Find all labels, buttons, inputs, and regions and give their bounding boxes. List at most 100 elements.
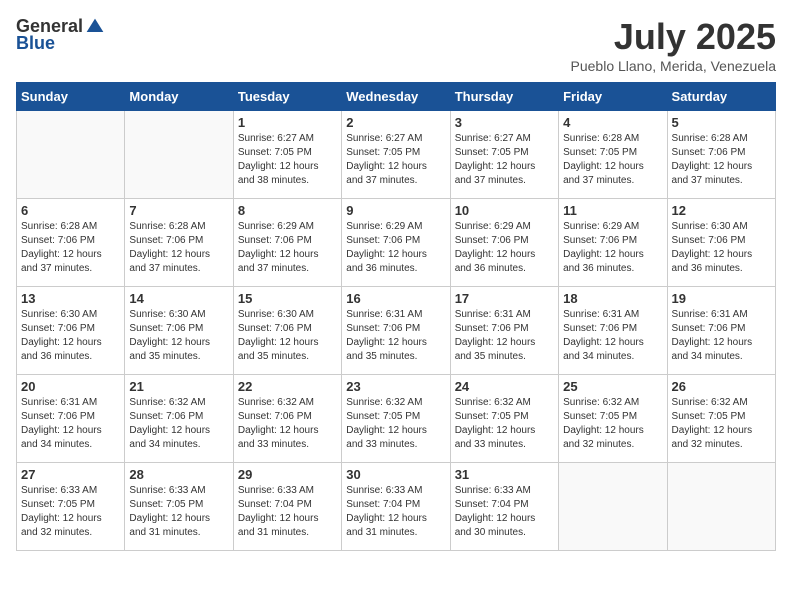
- calendar-header-tuesday: Tuesday: [233, 83, 341, 111]
- calendar-cell: [17, 111, 125, 199]
- day-info: Sunrise: 6:27 AM Sunset: 7:05 PM Dayligh…: [346, 132, 445, 188]
- day-info: Sunrise: 6:33 AM Sunset: 7:05 PM Dayligh…: [21, 484, 120, 540]
- calendar-cell: 19 Sunrise: 6:31 AM Sunset: 7:06 PM Dayli…: [667, 287, 775, 375]
- day-info: Sunrise: 6:31 AM Sunset: 7:06 PM Dayligh…: [21, 396, 120, 452]
- title-section: July 2025 Pueblo Llano, Merida, Venezuel…: [571, 16, 776, 74]
- calendar-cell: 7 Sunrise: 6:28 AM Sunset: 7:06 PM Daylig…: [125, 199, 233, 287]
- day-info: Sunrise: 6:31 AM Sunset: 7:06 PM Dayligh…: [672, 308, 771, 364]
- day-info: Sunrise: 6:29 AM Sunset: 7:06 PM Dayligh…: [455, 220, 554, 276]
- day-number: 23: [346, 379, 445, 394]
- day-info: Sunrise: 6:32 AM Sunset: 7:05 PM Dayligh…: [455, 396, 554, 452]
- day-number: 31: [455, 467, 554, 482]
- day-number: 15: [238, 291, 337, 306]
- day-info: Sunrise: 6:32 AM Sunset: 7:05 PM Dayligh…: [346, 396, 445, 452]
- calendar-cell: 3 Sunrise: 6:27 AM Sunset: 7:05 PM Daylig…: [450, 111, 558, 199]
- calendar-cell: 28Sunrise: 6:33 AM Sunset: 7:05 PM Dayli…: [125, 463, 233, 551]
- logo-icon: [85, 17, 105, 37]
- calendar-cell: 18 Sunrise: 6:31 AM Sunset: 7:06 PM Dayli…: [559, 287, 667, 375]
- day-number: 7: [129, 203, 228, 218]
- calendar-cell: [125, 111, 233, 199]
- calendar-cell: 13 Sunrise: 6:30 AM Sunset: 7:06 PM Dayli…: [17, 287, 125, 375]
- day-info: Sunrise: 6:32 AM Sunset: 7:05 PM Dayligh…: [672, 396, 771, 452]
- day-info: Sunrise: 6:31 AM Sunset: 7:06 PM Dayligh…: [346, 308, 445, 364]
- day-info: Sunrise: 6:28 AM Sunset: 7:06 PM Dayligh…: [129, 220, 228, 276]
- day-number: 26: [672, 379, 771, 394]
- day-number: 16: [346, 291, 445, 306]
- day-number: 10: [455, 203, 554, 218]
- calendar-cell: 20 Sunrise: 6:31 AM Sunset: 7:06 PM Dayli…: [17, 375, 125, 463]
- day-info: Sunrise: 6:30 AM Sunset: 7:06 PM Dayligh…: [129, 308, 228, 364]
- calendar-cell: 17 Sunrise: 6:31 AM Sunset: 7:06 PM Dayli…: [450, 287, 558, 375]
- calendar-cell: 5 Sunrise: 6:28 AM Sunset: 7:06 PM Daylig…: [667, 111, 775, 199]
- day-info: Sunrise: 6:28 AM Sunset: 7:06 PM Dayligh…: [21, 220, 120, 276]
- day-info: Sunrise: 6:30 AM Sunset: 7:06 PM Dayligh…: [21, 308, 120, 364]
- logo: General Blue: [16, 16, 105, 54]
- day-info: Sunrise: 6:29 AM Sunset: 7:06 PM Dayligh…: [346, 220, 445, 276]
- day-number: 20: [21, 379, 120, 394]
- day-info: Sunrise: 6:33 AM Sunset: 7:04 PM Dayligh…: [455, 484, 554, 540]
- day-info: Sunrise: 6:33 AM Sunset: 7:04 PM Dayligh…: [238, 484, 337, 540]
- day-info: Sunrise: 6:29 AM Sunset: 7:06 PM Dayligh…: [238, 220, 337, 276]
- day-info: Sunrise: 6:30 AM Sunset: 7:06 PM Dayligh…: [238, 308, 337, 364]
- calendar-cell: 4 Sunrise: 6:28 AM Sunset: 7:05 PM Daylig…: [559, 111, 667, 199]
- calendar-cell: 1 Sunrise: 6:27 AM Sunset: 7:05 PM Daylig…: [233, 111, 341, 199]
- day-info: Sunrise: 6:28 AM Sunset: 7:05 PM Dayligh…: [563, 132, 662, 188]
- calendar-cell: 26 Sunrise: 6:32 AM Sunset: 7:05 PM Dayli…: [667, 375, 775, 463]
- calendar-cell: [667, 463, 775, 551]
- day-info: Sunrise: 6:33 AM Sunset: 7:04 PM Dayligh…: [346, 484, 445, 540]
- calendar-cell: 24 Sunrise: 6:32 AM Sunset: 7:05 PM Dayli…: [450, 375, 558, 463]
- calendar-header-wednesday: Wednesday: [342, 83, 450, 111]
- calendar-cell: 6 Sunrise: 6:28 AM Sunset: 7:06 PM Daylig…: [17, 199, 125, 287]
- page-header: General Blue July 2025 Pueblo Llano, Mer…: [16, 16, 776, 74]
- calendar-cell: 21Sunrise: 6:32 AM Sunset: 7:06 PM Dayli…: [125, 375, 233, 463]
- calendar-week-3: 13 Sunrise: 6:30 AM Sunset: 7:06 PM Dayli…: [17, 287, 776, 375]
- calendar-cell: 25 Sunrise: 6:32 AM Sunset: 7:05 PM Dayli…: [559, 375, 667, 463]
- calendar-cell: 10 Sunrise: 6:29 AM Sunset: 7:06 PM Dayli…: [450, 199, 558, 287]
- calendar-cell: 27 Sunrise: 6:33 AM Sunset: 7:05 PM Dayli…: [17, 463, 125, 551]
- day-info: Sunrise: 6:31 AM Sunset: 7:06 PM Dayligh…: [563, 308, 662, 364]
- day-number: 6: [21, 203, 120, 218]
- calendar-cell: 29 Sunrise: 6:33 AM Sunset: 7:04 PM Dayli…: [233, 463, 341, 551]
- day-number: 24: [455, 379, 554, 394]
- calendar-header-sunday: Sunday: [17, 83, 125, 111]
- day-number: 21: [129, 379, 228, 394]
- day-number: 9: [346, 203, 445, 218]
- day-info: Sunrise: 6:27 AM Sunset: 7:05 PM Dayligh…: [238, 132, 337, 188]
- day-number: 25: [563, 379, 662, 394]
- day-info: Sunrise: 6:28 AM Sunset: 7:06 PM Dayligh…: [672, 132, 771, 188]
- day-number: 30: [346, 467, 445, 482]
- calendar-week-1: 1 Sunrise: 6:27 AM Sunset: 7:05 PM Daylig…: [17, 111, 776, 199]
- calendar-header-friday: Friday: [559, 83, 667, 111]
- day-number: 1: [238, 115, 337, 130]
- day-number: 4: [563, 115, 662, 130]
- calendar-cell: 31 Sunrise: 6:33 AM Sunset: 7:04 PM Dayli…: [450, 463, 558, 551]
- calendar-cell: 9 Sunrise: 6:29 AM Sunset: 7:06 PM Daylig…: [342, 199, 450, 287]
- day-number: 3: [455, 115, 554, 130]
- day-info: Sunrise: 6:27 AM Sunset: 7:05 PM Dayligh…: [455, 132, 554, 188]
- calendar-header-thursday: Thursday: [450, 83, 558, 111]
- calendar-table: SundayMondayTuesdayWednesdayThursdayFrid…: [16, 82, 776, 551]
- day-number: 18: [563, 291, 662, 306]
- day-info: Sunrise: 6:32 AM Sunset: 7:05 PM Dayligh…: [563, 396, 662, 452]
- day-info: Sunrise: 6:31 AM Sunset: 7:06 PM Dayligh…: [455, 308, 554, 364]
- calendar-cell: 23 Sunrise: 6:32 AM Sunset: 7:05 PM Dayli…: [342, 375, 450, 463]
- day-number: 19: [672, 291, 771, 306]
- calendar-cell: 11Sunrise: 6:29 AM Sunset: 7:06 PM Dayli…: [559, 199, 667, 287]
- day-number: 17: [455, 291, 554, 306]
- calendar-header-row: SundayMondayTuesdayWednesdayThursdayFrid…: [17, 83, 776, 111]
- day-number: 29: [238, 467, 337, 482]
- day-number: 2: [346, 115, 445, 130]
- day-info: Sunrise: 6:29 AM Sunset: 7:06 PM Dayligh…: [563, 220, 662, 276]
- day-info: Sunrise: 6:33 AM Sunset: 7:05 PM Dayligh…: [129, 484, 228, 540]
- day-number: 5: [672, 115, 771, 130]
- day-info: Sunrise: 6:30 AM Sunset: 7:06 PM Dayligh…: [672, 220, 771, 276]
- calendar-header-saturday: Saturday: [667, 83, 775, 111]
- calendar-week-2: 6 Sunrise: 6:28 AM Sunset: 7:06 PM Daylig…: [17, 199, 776, 287]
- calendar-week-4: 20 Sunrise: 6:31 AM Sunset: 7:06 PM Dayli…: [17, 375, 776, 463]
- day-number: 13: [21, 291, 120, 306]
- calendar-week-5: 27 Sunrise: 6:33 AM Sunset: 7:05 PM Dayli…: [17, 463, 776, 551]
- day-info: Sunrise: 6:32 AM Sunset: 7:06 PM Dayligh…: [238, 396, 337, 452]
- calendar-cell: 2 Sunrise: 6:27 AM Sunset: 7:05 PM Daylig…: [342, 111, 450, 199]
- day-number: 27: [21, 467, 120, 482]
- day-number: 12: [672, 203, 771, 218]
